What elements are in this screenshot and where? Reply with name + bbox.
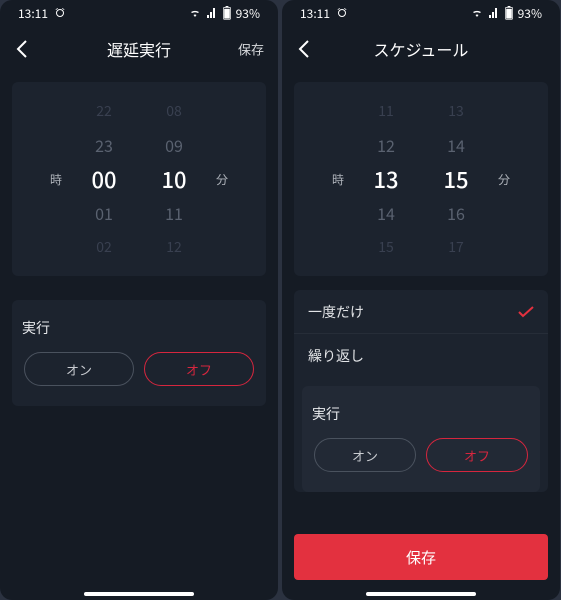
minute-unit: 分 <box>209 171 235 188</box>
hour-unit: 時 <box>325 171 351 188</box>
clock: 13:11 <box>300 5 330 22</box>
battery-pct: 93% <box>518 5 542 22</box>
minute-wheel[interactable]: 08 09 10 11 12 <box>139 94 209 264</box>
repeat-card: 一度だけ 繰り返し 実行 オン オフ <box>294 290 548 492</box>
minute-unit: 分 <box>491 171 517 188</box>
clock: 13:11 <box>18 5 48 22</box>
off-button[interactable]: オフ <box>144 352 254 386</box>
time-picker[interactable]: 時 11 12 13 14 15 13 14 15 16 17 分 <box>294 82 548 276</box>
screen-schedule: 13:11 93% スケジュール 時 <box>282 0 560 600</box>
signal-icon <box>206 7 218 19</box>
hour-unit: 時 <box>43 171 69 188</box>
exec-label: 実行 <box>22 318 256 338</box>
exec-toggle: オン オフ <box>18 352 260 396</box>
battery-pct: 93% <box>236 5 260 22</box>
on-button[interactable]: オン <box>24 352 134 386</box>
off-button[interactable]: オフ <box>426 438 528 472</box>
wifi-icon <box>188 7 202 19</box>
time-picker[interactable]: 時 22 23 00 01 02 08 09 10 11 12 分 <box>12 82 266 276</box>
page-title: 遅延実行 <box>107 37 171 61</box>
back-button[interactable] <box>12 39 32 59</box>
save-button[interactable]: 保存 <box>294 534 548 580</box>
battery-icon <box>504 6 514 20</box>
exec-toggle: オン オフ <box>308 438 534 482</box>
nav-bar: 遅延実行 保存 <box>0 26 278 72</box>
save-button[interactable]: 保存 <box>238 40 264 59</box>
minute-wheel[interactable]: 13 14 15 16 17 <box>421 94 491 264</box>
nav-bar: スケジュール <box>282 26 560 72</box>
wifi-icon <box>470 7 484 19</box>
home-indicator[interactable] <box>84 592 194 596</box>
once-row[interactable]: 一度だけ <box>294 290 548 334</box>
on-button[interactable]: オン <box>314 438 416 472</box>
repeat-row[interactable]: 繰り返し <box>294 334 548 378</box>
status-bar: 13:11 93% <box>0 0 278 26</box>
home-indicator[interactable] <box>366 592 476 596</box>
signal-icon <box>488 7 500 19</box>
page-title: スケジュール <box>374 37 469 61</box>
battery-icon <box>222 6 232 20</box>
alarm-icon <box>336 7 348 19</box>
back-button[interactable] <box>294 39 314 59</box>
screen-delayed-exec: 13:11 93% 遅延実行 保存 時 <box>0 0 278 600</box>
exec-card: 実行 オン オフ <box>12 300 266 406</box>
check-icon <box>518 306 534 318</box>
alarm-icon <box>54 7 66 19</box>
exec-label: 実行 <box>312 404 530 424</box>
hour-wheel[interactable]: 11 12 13 14 15 <box>351 94 421 264</box>
hour-wheel[interactable]: 22 23 00 01 02 <box>69 94 139 264</box>
status-bar: 13:11 93% <box>282 0 560 26</box>
